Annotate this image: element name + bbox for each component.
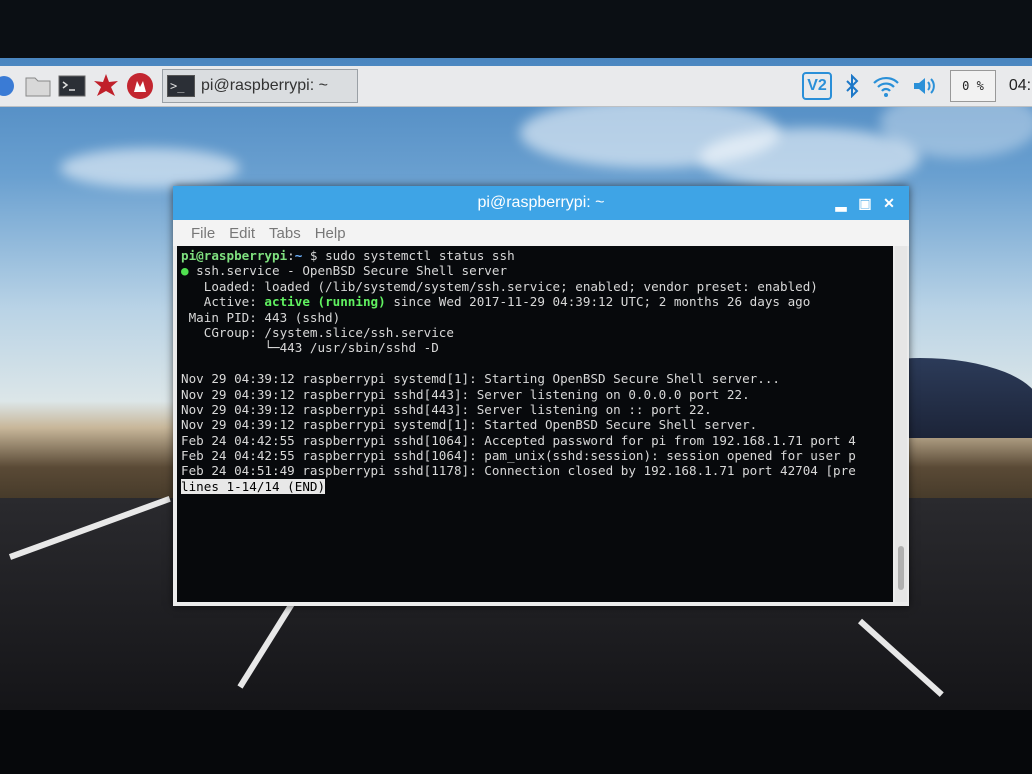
scroll-thumb[interactable] bbox=[898, 546, 904, 590]
terminal-launcher-icon[interactable] bbox=[58, 72, 86, 100]
terminal-output[interactable]: pi@raspberrypi:~ $ sudo systemctl status… bbox=[177, 246, 893, 602]
pager-line: lines 1-14/14 (END) bbox=[181, 478, 893, 494]
math-kernel-icon[interactable] bbox=[92, 72, 120, 100]
menu-bar: File Edit Tabs Help bbox=[173, 220, 909, 246]
system-tray: V2 0 % 04: bbox=[802, 66, 1032, 106]
status-dot-icon: ● bbox=[181, 263, 189, 279]
vnc-icon[interactable]: V2 bbox=[802, 72, 832, 100]
loaded-line: Loaded: loaded (/lib/systemd/system/ssh.… bbox=[181, 278, 818, 294]
active-since: since Wed 2017-11-29 04:39:12 UTC; 2 mon… bbox=[385, 294, 811, 310]
bluetooth-icon[interactable] bbox=[844, 74, 860, 98]
menu-edit[interactable]: Edit bbox=[229, 225, 255, 242]
log-line: Nov 29 04:39:12 raspberrypi systemd[1]: … bbox=[181, 371, 780, 387]
maximize-icon[interactable]: ▣ bbox=[855, 195, 875, 212]
command-text: sudo systemctl status ssh bbox=[325, 248, 515, 263]
cgroup-line: CGroup: /system.slice/ssh.service bbox=[181, 324, 454, 340]
screen-bezel bbox=[0, 710, 1032, 774]
menu-help[interactable]: Help bbox=[315, 225, 346, 242]
menu-tabs[interactable]: Tabs bbox=[269, 225, 301, 242]
log-line: Feb 24 04:51:49 raspberrypi sshd[1178]: … bbox=[181, 463, 856, 479]
menu-file[interactable]: File bbox=[191, 225, 215, 242]
active-line: Active: active (running) since Wed 2017-… bbox=[181, 294, 893, 309]
clock[interactable]: 04: bbox=[1008, 77, 1032, 95]
terminal-window: pi@raspberrypi: ~ ▂ ▣ ✕ File Edit Tabs H… bbox=[173, 186, 909, 606]
log-line: Nov 29 04:39:12 raspberrypi sshd[443]: S… bbox=[181, 401, 712, 417]
taskbar-task-terminal[interactable]: >_ pi@raspberrypi: ~ bbox=[162, 69, 358, 103]
window-title: pi@raspberrypi: ~ bbox=[477, 194, 605, 211]
folder-icon[interactable] bbox=[24, 72, 52, 100]
cpu-monitor[interactable]: 0 % bbox=[950, 70, 996, 102]
task-title: pi@raspberrypi: ~ bbox=[201, 77, 328, 94]
log-line: Feb 24 04:42:55 raspberrypi sshd[1064]: … bbox=[181, 448, 856, 464]
active-label: Active: bbox=[181, 294, 265, 310]
taskbar: >_ pi@raspberrypi: ~ V2 0 % 04: bbox=[0, 66, 1032, 107]
prompt-line: pi@raspberrypi:~ $ sudo systemctl status… bbox=[181, 248, 893, 263]
terminal-scrollbar[interactable] bbox=[895, 246, 907, 602]
close-icon[interactable]: ✕ bbox=[879, 195, 899, 212]
wifi-icon[interactable] bbox=[872, 74, 900, 98]
prompt-user: pi@raspberrypi bbox=[181, 248, 288, 263]
window-titlebar[interactable]: pi@raspberrypi: ~ ▂ ▣ ✕ bbox=[173, 186, 909, 220]
wolf-icon[interactable] bbox=[126, 72, 154, 100]
menu-icon[interactable] bbox=[0, 72, 18, 100]
log-line: Nov 29 04:39:12 raspberrypi systemd[1]: … bbox=[181, 417, 758, 433]
log-line: Nov 29 04:39:12 raspberrypi sshd[443]: S… bbox=[181, 386, 750, 402]
log-line: Feb 24 04:42:55 raspberrypi sshd[1064]: … bbox=[181, 432, 856, 448]
pager-status: lines 1-14/14 (END) bbox=[181, 478, 326, 494]
terminal-task-icon: >_ bbox=[167, 75, 195, 97]
cgroup-child-line: └─443 /usr/sbin/sshd -D bbox=[181, 340, 439, 356]
service-line: ● ssh.service - OpenBSD Secure Shell ser… bbox=[181, 263, 893, 278]
prompt-symbol: $ bbox=[302, 248, 326, 263]
mainpid-line: Main PID: 443 (sshd) bbox=[181, 309, 341, 325]
service-title: ssh.service - OpenBSD Secure Shell serve… bbox=[188, 263, 508, 279]
minimize-icon[interactable]: ▂ bbox=[831, 195, 851, 212]
prompt-separator: : bbox=[287, 248, 295, 263]
active-state: active (running) bbox=[264, 294, 386, 310]
volume-icon[interactable] bbox=[912, 75, 938, 97]
